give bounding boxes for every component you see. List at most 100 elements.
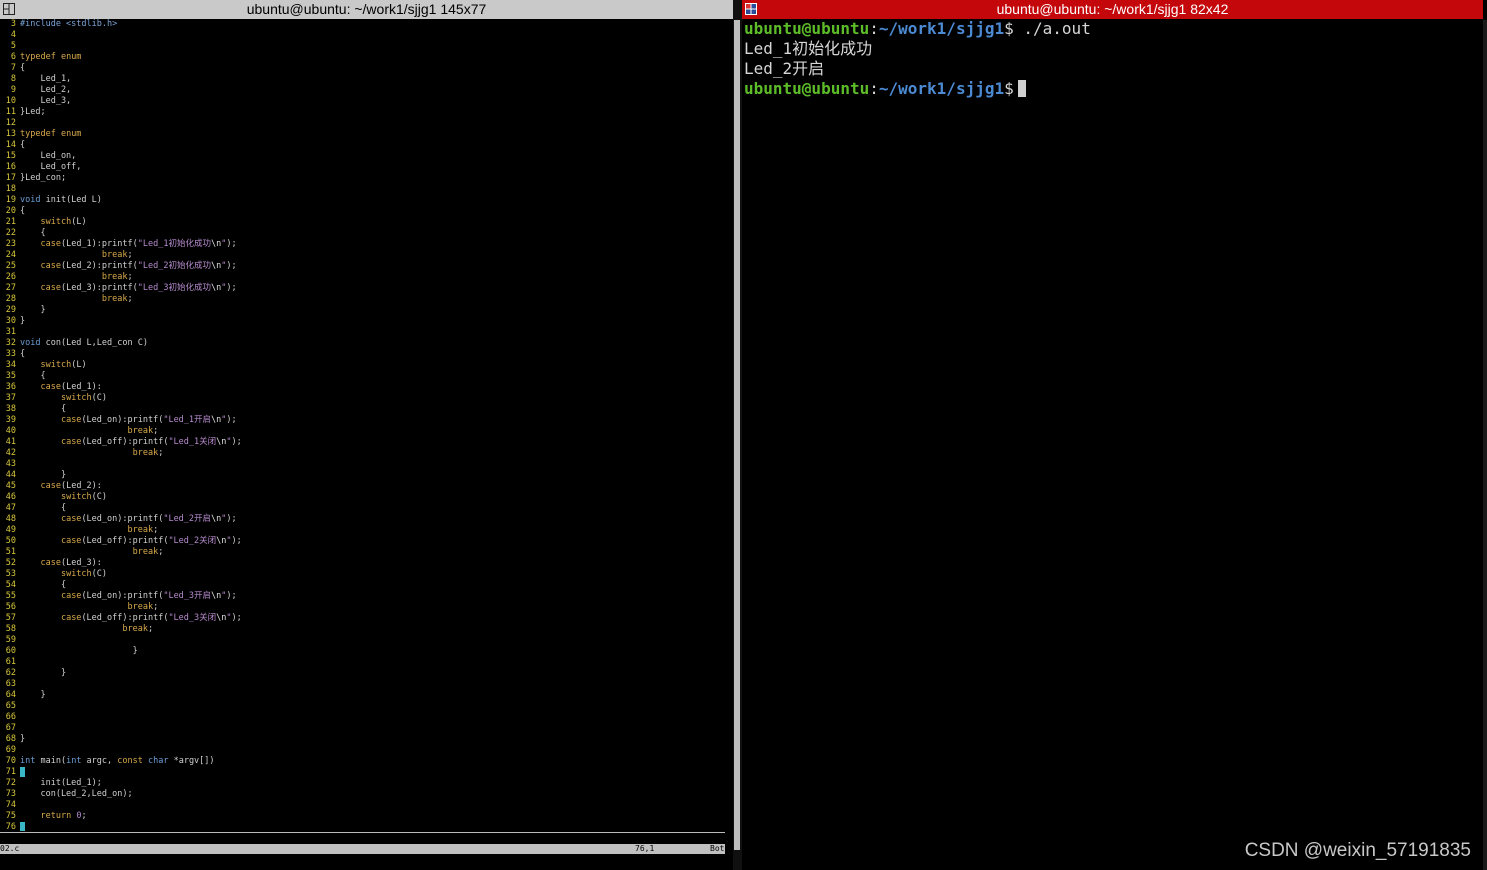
code-line[interactable]: 16 Led_off, xyxy=(0,162,725,173)
code-line[interactable]: 52 case(Led_3): xyxy=(0,558,725,569)
vim-terminal-window[interactable]: ubuntu@ubuntu: ~/work1/sjjg1 145x77 3 #in… xyxy=(0,0,733,870)
code-line[interactable]: 34 switch(L) xyxy=(0,360,725,371)
code-line[interactable]: 49 break; xyxy=(0,525,725,536)
code-line[interactable]: 62 } xyxy=(0,668,725,679)
left-window-titlebar[interactable]: ubuntu@ubuntu: ~/work1/sjjg1 145x77 xyxy=(0,0,733,19)
code-line[interactable]: 47 { xyxy=(0,503,725,514)
code-line[interactable]: 54 { xyxy=(0,580,725,591)
code-line[interactable]: 9 Led_2, xyxy=(0,85,725,96)
code-line[interactable]: 23 case(Led_1):printf("Led_1初始化成功\n"); xyxy=(0,239,725,250)
code-text: } xyxy=(20,668,67,678)
split-window-icon[interactable] xyxy=(3,3,15,15)
code-line[interactable]: 50 case(Led_off):printf("Led_2关闭\n"); xyxy=(0,536,725,547)
code-line[interactable]: 12 xyxy=(0,118,725,129)
code-line[interactable]: 3 #include <stdlib.h> xyxy=(0,19,725,30)
line-number: 66 xyxy=(5,712,16,722)
code-line[interactable]: 27 case(Led_3):printf("Led_3初始化成功\n"); xyxy=(0,283,725,294)
code-text: }Led_con; xyxy=(20,173,67,183)
code-line[interactable]: 58 break; xyxy=(0,624,725,635)
code-line[interactable]: 42 break; xyxy=(0,448,725,459)
code-line[interactable]: 5 xyxy=(0,41,725,52)
code-line[interactable]: 17}Led_con; xyxy=(0,173,725,184)
code-line[interactable]: 48 case(Led_on):printf("Led_2开启\n"); xyxy=(0,514,725,525)
code-line[interactable]: 69 xyxy=(0,745,725,756)
line-number: 46 xyxy=(5,492,16,502)
code-line[interactable]: 29 } xyxy=(0,305,725,316)
code-line[interactable]: 46 switch(C) xyxy=(0,492,725,503)
code-line[interactable]: 11}Led; xyxy=(0,107,725,118)
terminal-prompt-line[interactable]: ubuntu@ubuntu:~/work1/sjjg1$ xyxy=(744,79,1483,99)
code-line[interactable]: 76 xyxy=(0,822,725,831)
code-line[interactable]: 4 xyxy=(0,30,725,41)
line-number: 23 xyxy=(5,239,16,249)
code-line[interactable]: 53 switch(C) xyxy=(0,569,725,580)
code-line[interactable]: 33 { xyxy=(0,349,725,360)
code-line[interactable]: 44 } xyxy=(0,470,725,481)
line-number: 41 xyxy=(5,437,16,447)
code-line[interactable]: 20 { xyxy=(0,206,725,217)
code-line[interactable]: 41 case(Led_off):printf("Led_1关闭\n"); xyxy=(0,437,725,448)
code-line[interactable]: 73 con(Led_2,Led_on); xyxy=(0,789,725,800)
code-line[interactable]: 55 case(Led_on):printf("Led_3开启\n"); xyxy=(0,591,725,602)
code-line[interactable]: 18 xyxy=(0,184,725,195)
right-window-titlebar[interactable]: ubuntu@ubuntu: ~/work1/sjjg1 82x42 xyxy=(742,0,1483,19)
code-line[interactable]: 30} xyxy=(0,316,725,327)
code-line[interactable]: 40 break; xyxy=(0,426,725,437)
code-line[interactable]: 64 } xyxy=(0,690,725,701)
code-line[interactable]: 28 break; xyxy=(0,294,725,305)
terminal-output[interactable]: ubuntu@ubuntu:~/work1/sjjg1$ ./a.out Led… xyxy=(744,19,1483,99)
code-line[interactable]: 75 return 0; xyxy=(0,811,725,822)
right-scrollbar[interactable] xyxy=(1483,20,1487,870)
code-line[interactable]: 61 xyxy=(0,657,725,668)
code-line[interactable]: 10 Led_3, xyxy=(0,96,725,107)
code-line[interactable]: 72 init(Led_1); xyxy=(0,778,725,789)
code-line[interactable]: 36 case(Led_1): xyxy=(0,382,725,393)
code-line[interactable]: 8 Led_1, xyxy=(0,74,725,85)
left-scrollbar[interactable] xyxy=(734,20,740,850)
line-number: 7 xyxy=(10,63,16,73)
code-line[interactable]: 14 { xyxy=(0,140,725,151)
code-line[interactable]: 39 case(Led_on):printf("Led_1开启\n"); xyxy=(0,415,725,426)
code-line[interactable]: 19 void init(Led L) xyxy=(0,195,725,206)
code-line[interactable]: 38 { xyxy=(0,404,725,415)
code-line[interactable]: 13 typedef enum xyxy=(0,129,725,140)
code-text: int main(int argc, const char *argv[]) xyxy=(20,756,215,766)
shell-terminal-window[interactable]: ubuntu@ubuntu: ~/work1/sjjg1 82x42 ubunt… xyxy=(742,0,1483,870)
code-line[interactable]: 59 xyxy=(0,635,725,646)
line-number: 40 xyxy=(5,426,16,436)
code-line[interactable]: 63 xyxy=(0,679,725,690)
line-number: 56 xyxy=(5,602,16,612)
code-line[interactable]: 43 xyxy=(0,459,725,470)
code-line[interactable]: 45 case(Led_2): xyxy=(0,481,725,492)
code-line[interactable]: 57 case(Led_off):printf("Led_3关闭\n"); xyxy=(0,613,725,624)
code-line[interactable]: 74 xyxy=(0,800,725,811)
code-text: typedef enum xyxy=(20,52,82,62)
code-line[interactable]: 60 } xyxy=(0,646,725,657)
split-window-icon[interactable] xyxy=(745,3,757,15)
status-filename: 02.c xyxy=(0,844,20,853)
vim-editor-buffer[interactable]: 3 #include <stdlib.h> 4 5 6 typedef enum 7{8 L… xyxy=(0,19,725,831)
code-line[interactable]: 70 int main(int argc, const char *argv[]) xyxy=(0,756,725,767)
code-line[interactable]: 67 xyxy=(0,723,725,734)
code-line[interactable]: 71 xyxy=(0,767,725,778)
code-line[interactable]: 26 break; xyxy=(0,272,725,283)
code-line[interactable]: 25 case(Led_2):printf("Led_2初始化成功\n"); xyxy=(0,261,725,272)
code-line[interactable]: 66 xyxy=(0,712,725,723)
code-line[interactable]: 22 { xyxy=(0,228,725,239)
code-line[interactable]: 6 typedef enum xyxy=(0,52,725,63)
code-line[interactable]: 21 switch(L) xyxy=(0,217,725,228)
code-line[interactable]: 56 break; xyxy=(0,602,725,613)
code-text: typedef enum xyxy=(20,129,82,139)
code-line[interactable]: 65 xyxy=(0,701,725,712)
line-number: 5 xyxy=(10,41,16,51)
code-line[interactable]: 15 Led_on, xyxy=(0,151,725,162)
code-line[interactable]: 24 break; xyxy=(0,250,725,261)
code-line[interactable]: 31 xyxy=(0,327,725,338)
code-line[interactable]: 68} xyxy=(0,734,725,745)
left-window-title: ubuntu@ubuntu: ~/work1/sjjg1 145x77 xyxy=(246,1,487,17)
code-line[interactable]: 37 switch(C) xyxy=(0,393,725,404)
code-line[interactable]: 51 break; xyxy=(0,547,725,558)
code-line[interactable]: 7{ xyxy=(0,63,725,74)
code-line[interactable]: 32 void con(Led L,Led_con C) xyxy=(0,338,725,349)
code-line[interactable]: 35 { xyxy=(0,371,725,382)
